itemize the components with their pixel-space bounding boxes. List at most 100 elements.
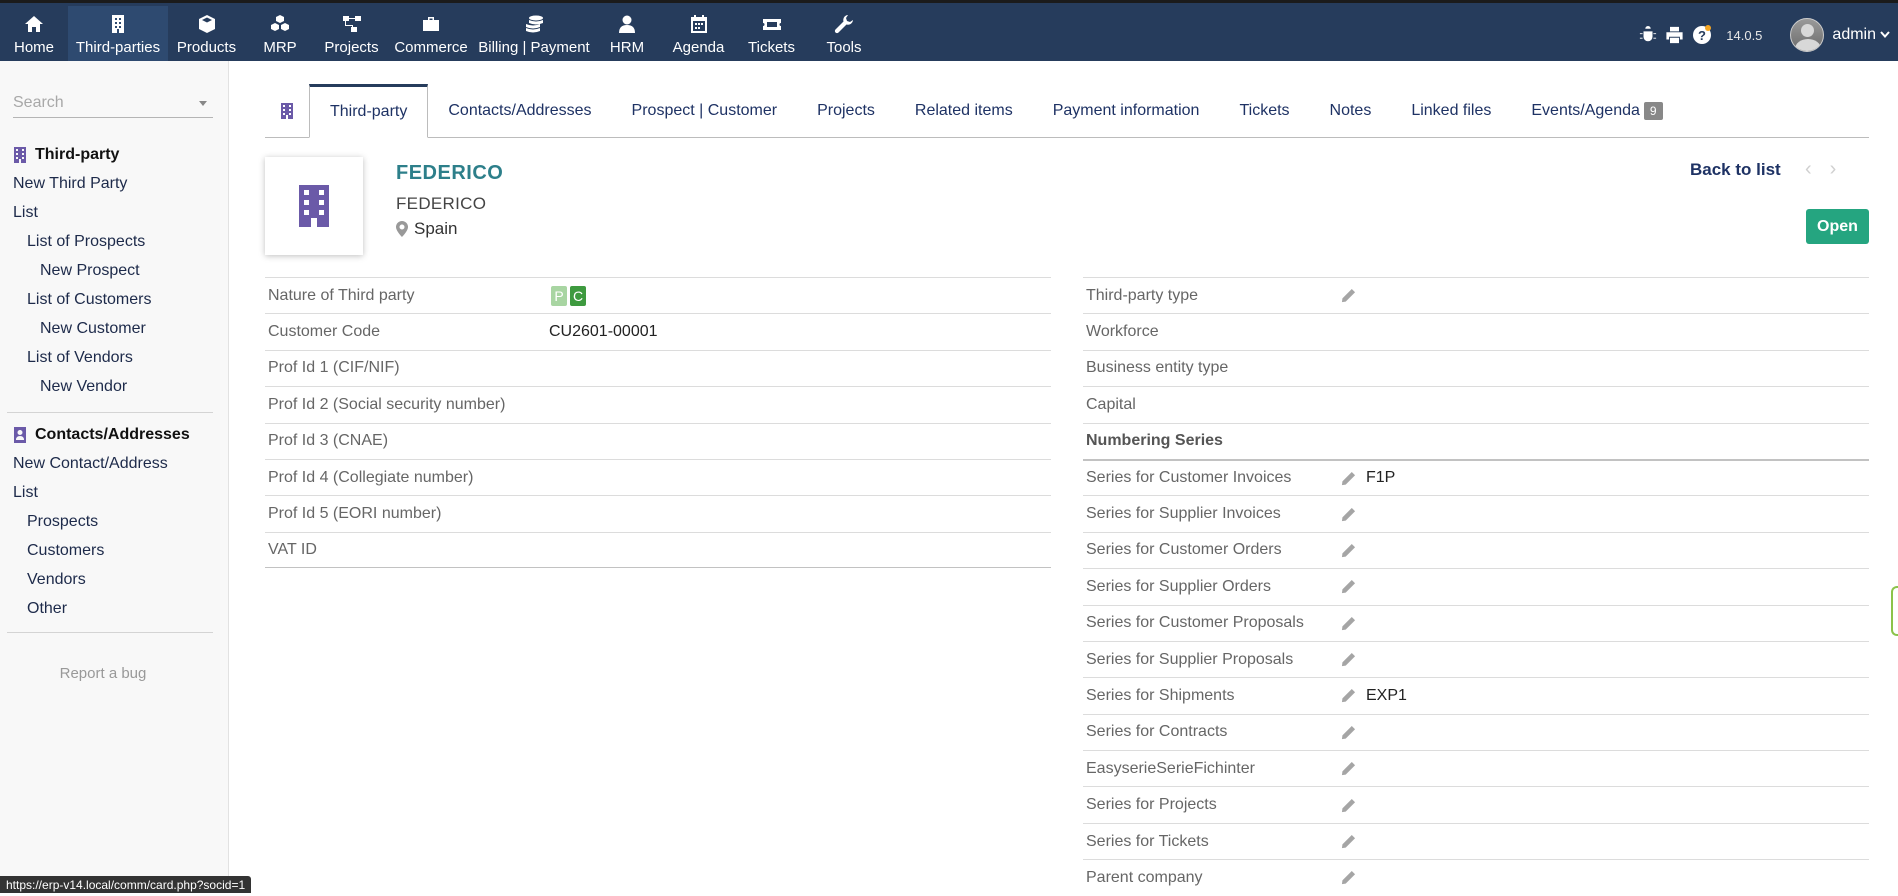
- search-input[interactable]: [13, 90, 193, 116]
- search-dropdown-icon[interactable]: [199, 101, 207, 106]
- user-icon: [619, 15, 635, 33]
- field-label: Series for Customer Proposals: [1086, 614, 1304, 632]
- tab-third-party[interactable]: Third-party: [309, 84, 429, 138]
- back-to-list-link[interactable]: Back to list: [1690, 160, 1781, 180]
- search-box[interactable]: [13, 90, 213, 118]
- menu-divider: [7, 632, 213, 633]
- tab-projects[interactable]: Projects: [797, 84, 895, 137]
- menu-list-vendors[interactable]: List of Vendors: [0, 343, 229, 372]
- side-widget-tab[interactable]: [1891, 586, 1898, 636]
- menu-contacts-other[interactable]: Other: [0, 594, 229, 623]
- help-icon[interactable]: ?: [1692, 25, 1712, 45]
- topnav-commerce[interactable]: Commerce: [388, 6, 474, 64]
- next-record-icon[interactable]: ›: [1830, 158, 1837, 181]
- tab-linked-files[interactable]: Linked files: [1391, 84, 1511, 137]
- previous-record-icon[interactable]: ‹: [1805, 158, 1812, 181]
- edit-pencil-icon[interactable]: [1341, 834, 1356, 849]
- edit-pencil-icon[interactable]: [1341, 507, 1356, 522]
- tab-prospect-customer[interactable]: Prospect | Customer: [612, 84, 798, 137]
- series-value-cell: [1341, 579, 1366, 594]
- menu-contacts-prospects[interactable]: Prospects: [0, 507, 229, 536]
- edit-pencil-icon[interactable]: [1341, 471, 1356, 486]
- tab-notes[interactable]: Notes: [1310, 84, 1392, 137]
- username[interactable]: admin: [1832, 26, 1876, 44]
- bug-icon[interactable]: [1639, 26, 1657, 44]
- series-value-cell: [1341, 761, 1366, 776]
- field-label: VAT ID: [268, 540, 317, 558]
- edit-pencil-icon[interactable]: [1341, 725, 1356, 740]
- topnav-home[interactable]: Home: [0, 6, 68, 64]
- topnav-label: Projects: [324, 39, 379, 56]
- field-vat-id: VAT ID: [265, 531, 1051, 569]
- field-label: EasyserieSerieFichinter: [1086, 759, 1255, 777]
- third-party-name: FEDERICO: [396, 162, 504, 184]
- topnav-products[interactable]: Products: [168, 6, 245, 64]
- menu-new-customer[interactable]: New Customer: [0, 314, 229, 343]
- menu-new-contact[interactable]: New Contact/Address: [0, 449, 229, 478]
- wrench-icon: [834, 15, 853, 34]
- topnav-label: Tickets: [748, 39, 795, 56]
- menu-third-party: Third-party New Third Party List List of…: [0, 140, 229, 401]
- edit-pencil-icon[interactable]: [1341, 688, 1356, 703]
- report-bug-link[interactable]: Report a bug: [0, 665, 206, 682]
- map-marker-icon: [396, 221, 408, 237]
- series-value: EXP1: [1366, 686, 1407, 704]
- menu-contacts-customers[interactable]: Customers: [0, 536, 229, 565]
- field-label: Workforce: [1086, 323, 1159, 341]
- series-value-cell: [1341, 725, 1366, 740]
- series-row: Parent company: [1083, 859, 1869, 895]
- tab-tickets[interactable]: Tickets: [1219, 84, 1309, 137]
- topnav-agenda[interactable]: Agenda: [660, 6, 737, 64]
- menu-new-prospect[interactable]: New Prospect: [0, 256, 229, 285]
- building-icon: [299, 185, 329, 227]
- menu-contacts-vendors[interactable]: Vendors: [0, 565, 229, 594]
- menu-contacts-title[interactable]: Contacts/Addresses: [0, 420, 229, 449]
- menu-new-vendor[interactable]: New Vendor: [0, 372, 229, 401]
- edit-pencil-icon[interactable]: [1341, 616, 1356, 631]
- topnav-tools[interactable]: Tools: [806, 6, 882, 64]
- tab-events-agenda[interactable]: Events/Agenda 9: [1511, 84, 1682, 137]
- menu-new-third-party[interactable]: New Third Party: [0, 169, 229, 198]
- field-label: Parent company: [1086, 868, 1203, 886]
- topnav-mrp[interactable]: MRP: [245, 6, 315, 64]
- menu-list[interactable]: List: [0, 198, 229, 227]
- tab-icon[interactable]: [265, 84, 309, 137]
- topnav-tickets[interactable]: Tickets: [737, 6, 806, 64]
- field-label: Prof Id 5 (EORI number): [268, 505, 442, 523]
- top-bar: Home Third-parties Products MRP Projects…: [0, 0, 1898, 64]
- menu-third-party-title[interactable]: Third-party: [0, 140, 229, 169]
- chevron-down-icon[interactable]: [1880, 26, 1890, 44]
- edit-pencil-icon[interactable]: [1341, 543, 1356, 558]
- topnav-billing[interactable]: Billing | Payment: [474, 6, 594, 64]
- menu-title-label: Contacts/Addresses: [35, 425, 190, 443]
- series-row: Series for Customer Proposals: [1083, 604, 1869, 641]
- series-row: Series for Customer Orders: [1083, 531, 1869, 568]
- edit-pencil-icon[interactable]: [1341, 652, 1356, 667]
- topnav-label: Commerce: [394, 39, 468, 56]
- topnav-projects[interactable]: Projects: [315, 6, 388, 64]
- field-label: Prof Id 4 (Collegiate number): [268, 468, 474, 486]
- edit-pencil-icon[interactable]: [1341, 579, 1356, 594]
- print-icon[interactable]: [1665, 26, 1684, 44]
- menu-contacts-list[interactable]: List: [0, 478, 229, 507]
- tab-payment-information[interactable]: Payment information: [1033, 84, 1220, 137]
- edit-pencil-icon[interactable]: [1341, 761, 1356, 776]
- edit-pencil-icon[interactable]: [1341, 870, 1356, 885]
- series-value-cell: [1341, 798, 1366, 813]
- field-prof-id-1: Prof Id 1 (CIF/NIF): [265, 349, 1051, 386]
- edit-pencil-icon[interactable]: [1341, 798, 1356, 813]
- field-label: Capital: [1086, 395, 1136, 413]
- tab-contacts[interactable]: Contacts/Addresses: [428, 84, 611, 137]
- series-row: EasyserieSerieFichinter: [1083, 750, 1869, 786]
- tab-related-items[interactable]: Related items: [895, 84, 1033, 137]
- edit-pencil-icon[interactable]: [1341, 288, 1356, 303]
- building-icon: [281, 102, 293, 119]
- topnav-hrm[interactable]: HRM: [594, 6, 660, 64]
- series-value-cell: [1341, 543, 1366, 558]
- topnav-label: Agenda: [672, 39, 725, 56]
- series-list: Series for Customer Invoices F1P Series fo…: [1083, 458, 1869, 896]
- avatar[interactable]: [1790, 18, 1825, 52]
- menu-list-customers[interactable]: List of Customers: [0, 285, 229, 314]
- topnav-third-parties[interactable]: Third-parties: [68, 6, 168, 64]
- menu-list-prospects[interactable]: List of Prospects: [0, 227, 229, 256]
